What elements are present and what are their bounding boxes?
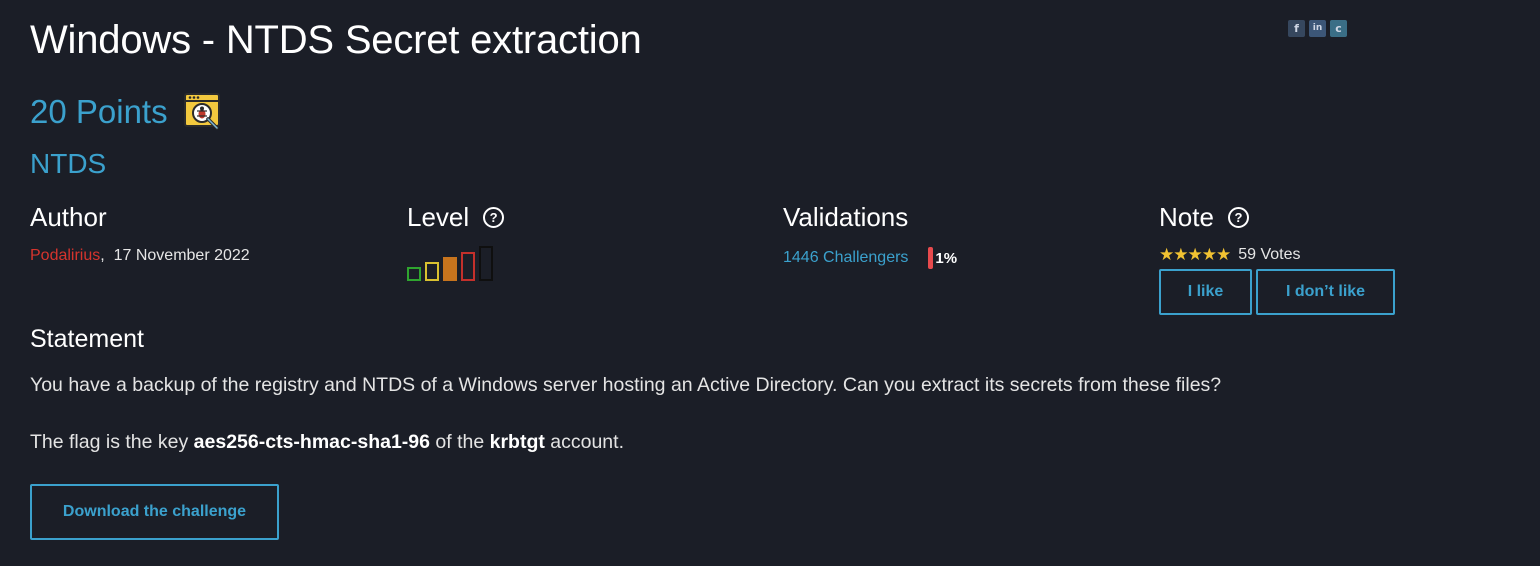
share-icon[interactable]: c bbox=[1330, 20, 1347, 37]
rating-line: ★★★★★ 59 Votes bbox=[1159, 245, 1395, 265]
validations-heading: Validations bbox=[783, 202, 957, 233]
download-challenge-button[interactable]: Download the challenge bbox=[30, 484, 279, 540]
statement-paragraph-2: The flag is the key aes256-cts-hmac-sha1… bbox=[30, 431, 624, 454]
flag-text-after: account. bbox=[544, 431, 624, 453]
social-share-bar: f in c bbox=[1288, 20, 1347, 37]
level-bar-2[interactable] bbox=[425, 262, 439, 281]
difficulty-level-bars[interactable] bbox=[407, 245, 504, 281]
vote-buttons: I like I don’t like bbox=[1159, 269, 1395, 315]
points-value: 20 Points bbox=[30, 93, 168, 130]
author-separator: , bbox=[100, 247, 105, 264]
author-link[interactable]: Podalirius bbox=[30, 247, 100, 264]
level-bar-4[interactable] bbox=[461, 252, 475, 281]
validations-line: 1446 Challengers 1% bbox=[783, 247, 957, 269]
help-icon[interactable]: ? bbox=[1227, 207, 1249, 228]
validations-heading-text: Validations bbox=[783, 202, 909, 232]
help-icon[interactable]: ? bbox=[483, 207, 505, 228]
author-section: Author Podalirius, 17 November 2022 bbox=[30, 202, 250, 265]
level-heading-text: Level bbox=[407, 202, 470, 232]
statement-paragraph-1: You have a backup of the registry and NT… bbox=[30, 374, 1222, 396]
flag-text-before: The flag is the key bbox=[30, 431, 194, 453]
facebook-icon[interactable]: f bbox=[1288, 20, 1305, 37]
author-date: 17 November 2022 bbox=[113, 247, 250, 264]
note-section: Note ? ★★★★★ 59 Votes I like I don’t lik… bbox=[1159, 202, 1395, 315]
votes-count: 59 Votes bbox=[1238, 246, 1301, 263]
category-name[interactable]: NTDS bbox=[30, 148, 106, 180]
note-heading-text: Note bbox=[1159, 202, 1214, 232]
validation-rate-bar bbox=[928, 247, 934, 269]
flag-account: krbtgt bbox=[489, 431, 545, 453]
linkedin-icon[interactable]: in bbox=[1309, 20, 1326, 37]
star-rating-icon: ★★★★★ bbox=[1159, 245, 1231, 264]
dislike-button[interactable]: I don’t like bbox=[1256, 269, 1395, 315]
challengers-link[interactable]: 1446 Challengers bbox=[783, 249, 908, 267]
flag-key: aes256-cts-hmac-sha1-96 bbox=[193, 431, 430, 453]
statement-heading: Statement bbox=[30, 325, 144, 353]
like-button[interactable]: I like bbox=[1159, 269, 1252, 315]
level-bar-1[interactable] bbox=[407, 267, 421, 281]
bug-in-window-icon bbox=[183, 93, 220, 130]
page-title: Windows - NTDS Secret extraction bbox=[30, 18, 642, 62]
validation-percent: 1% bbox=[935, 249, 958, 267]
level-section: Level ? bbox=[407, 202, 505, 281]
author-heading: Author bbox=[30, 202, 250, 233]
author-line: Podalirius, 17 November 2022 bbox=[30, 247, 250, 265]
level-bar-3[interactable] bbox=[443, 257, 457, 281]
note-heading: Note ? bbox=[1159, 202, 1395, 233]
author-heading-text: Author bbox=[30, 202, 107, 232]
points-row: 20 Points bbox=[30, 92, 224, 132]
level-heading: Level ? bbox=[407, 202, 505, 233]
level-bar-5[interactable] bbox=[479, 246, 493, 281]
flag-text-middle: of the bbox=[429, 431, 490, 453]
validations-section: Validations 1446 Challengers 1% bbox=[783, 202, 957, 269]
